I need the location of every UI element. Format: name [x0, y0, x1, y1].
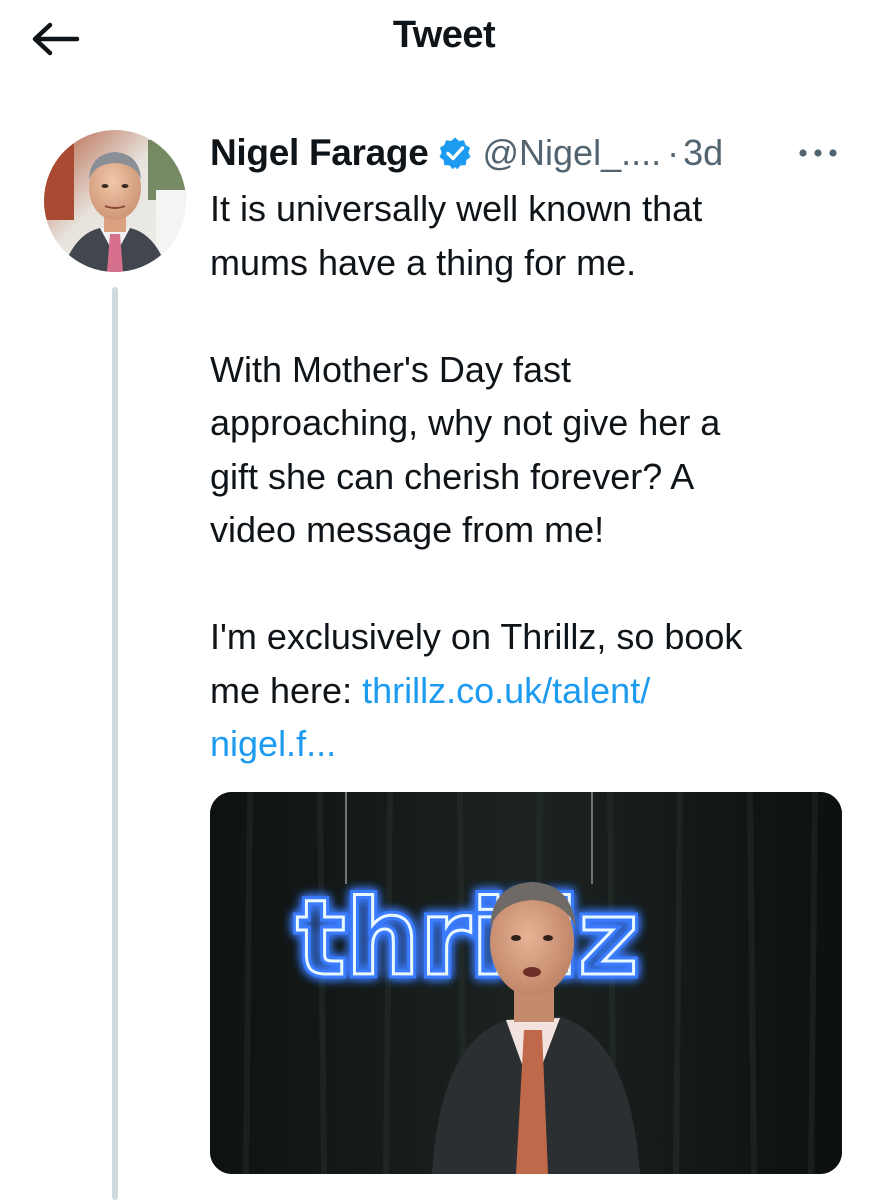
thrillz-link[interactable]: thrillz.co.uk/talent/ — [362, 670, 650, 711]
tweet-text-prefix: me here: — [210, 669, 363, 711]
tweet-text: It is universally well known that mums h… — [210, 182, 850, 771]
verified-badge-icon — [438, 136, 472, 170]
separator-dot: · — [667, 132, 680, 173]
more-options-button[interactable] — [792, 138, 844, 168]
author-name[interactable]: Nigel Farage — [210, 132, 429, 174]
tweet-header: Nigel Farage @Nigel_.... · 3d — [210, 128, 723, 178]
more-dots-icon — [799, 149, 837, 157]
tweet-line: approaching, why not give her a — [210, 402, 721, 443]
avatar[interactable] — [44, 130, 186, 272]
tweet-line: mums have a thing for me. — [210, 241, 637, 283]
video-thumbnail: thrillz thrillz — [210, 792, 842, 1174]
tweet-line: video message from me! — [210, 509, 605, 550]
tweet-line-with-link: me here: thrillz.co.uk/talent/ — [210, 664, 850, 718]
tweet-line: I'm exclusively on Thrillz, so book — [210, 616, 743, 657]
profile-photo — [44, 130, 186, 272]
thrillz-link-continued[interactable]: nigel.f... — [210, 723, 336, 764]
tweet-line: With Mother's Day fast — [210, 348, 571, 390]
tweet-line: gift she can cherish forever? A — [210, 455, 695, 497]
top-bar: Tweet — [0, 0, 888, 80]
thread-line — [112, 287, 118, 1200]
neon-sign-text-core: thrillz — [296, 877, 639, 999]
tweet-media-video[interactable]: thrillz thrillz — [210, 792, 842, 1174]
page-title: Tweet — [392, 14, 496, 56]
tweet-line: It is universally well known that — [210, 188, 703, 229]
author-handle[interactable]: @Nigel_.... — [482, 132, 661, 174]
tweet-line-link: nigel.f... — [210, 717, 850, 771]
tweet-timestamp[interactable]: 3d — [683, 132, 723, 174]
